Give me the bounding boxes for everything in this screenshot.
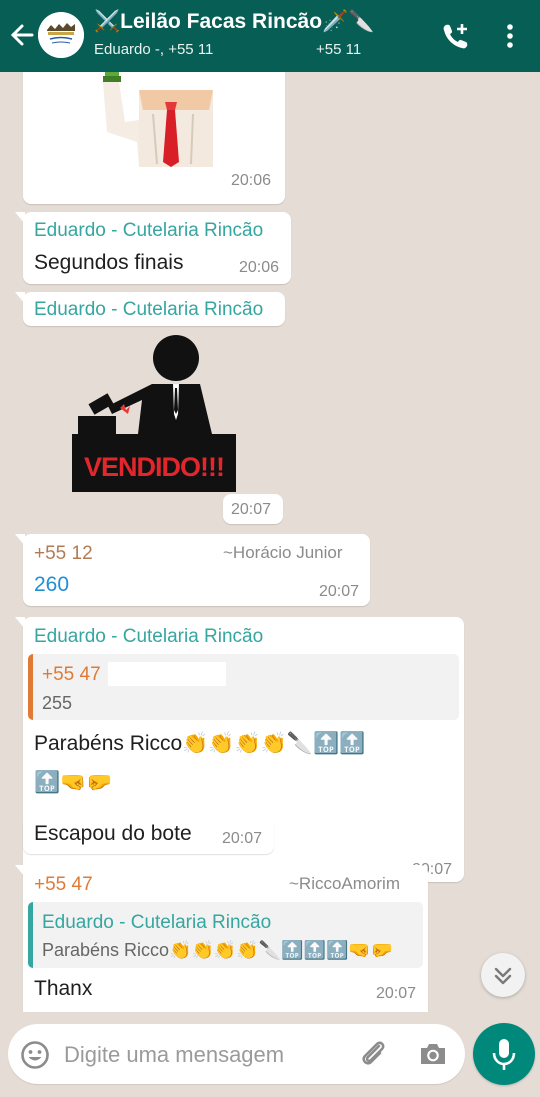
vendido-sticker[interactable]: VENDIDO!!! — [72, 334, 236, 494]
bubble-tail — [15, 212, 25, 224]
chat-title[interactable]: ⚔️Leilão Facas Rincão🗡️🔪 — [94, 10, 374, 34]
message-time: 20:07 — [319, 583, 360, 600]
message-bubble[interactable]: Escapou do bote 20:07 — [23, 816, 274, 854]
message-text: Thanx — [34, 977, 93, 1000]
quote-sender: Eduardo - Cutelaria Rincão — [42, 912, 272, 933]
message-time: 20:07 — [222, 830, 263, 847]
message-time: 20:06 — [239, 259, 280, 276]
message-time: 20:07 — [231, 501, 272, 518]
message-sender[interactable]: Eduardo - Cutelaria Rincão — [34, 299, 263, 321]
message-text: Parabéns Ricco👏👏👏👏🔪🔝🔝 — [34, 732, 366, 755]
quote-text: Parabéns Ricco👏👏👏👏🔪🔝🔝🔝🤜🤛 — [42, 940, 394, 960]
message-sticker-bubble[interactable]: 20:06 — [23, 72, 285, 204]
message-sender[interactable]: Eduardo - Cutelaria Rincão — [34, 220, 263, 242]
attach-icon[interactable] — [358, 1038, 390, 1070]
bubble-tail — [15, 534, 25, 546]
message-time: 20:06 — [231, 172, 272, 189]
more-options-icon[interactable] — [502, 22, 518, 50]
message-text: Escapou do bote — [34, 822, 192, 845]
message-sender[interactable]: +55 47 — [34, 874, 93, 896]
message-sender[interactable]: +55 12 — [34, 543, 93, 565]
message-sender[interactable]: Eduardo - Cutelaria Rincão — [34, 626, 263, 648]
message-input-bar[interactable]: Digite uma mensagem — [8, 1024, 465, 1084]
quote-text: 255 — [42, 693, 73, 713]
chat-participants-more[interactable]: +55 11 — [316, 41, 361, 58]
group-avatar[interactable] — [38, 12, 84, 58]
message-input[interactable]: Digite uma mensagem — [64, 1042, 284, 1068]
bubble-tail — [15, 617, 25, 629]
chat-header: ⚔️Leilão Facas Rincão🗡️🔪 Eduardo -, +55 … — [0, 0, 540, 72]
auction-man-sticker — [103, 72, 213, 167]
quote-redaction — [108, 662, 226, 686]
message-pushname: ~RiccoAmorim — [289, 874, 400, 893]
chat-participants[interactable]: Eduardo -, +55 11 — [94, 41, 213, 58]
message-time: 20:07 — [376, 985, 417, 1002]
sticker-label: VENDIDO!!! — [84, 452, 225, 482]
message-bubble[interactable]: Eduardo - Cutelaria Rincão Segundos fina… — [15, 212, 291, 284]
message-pushname: ~Horácio Junior — [223, 543, 343, 562]
quoted-message[interactable]: Eduardo - Cutelaria Rincão Parabéns Ricc… — [28, 902, 423, 968]
quote-bar — [28, 654, 33, 720]
add-call-icon[interactable] — [440, 20, 472, 52]
scroll-down-button[interactable] — [481, 953, 525, 997]
sticker-time-bubble: 20:07 — [223, 494, 283, 524]
message-text: 260 — [34, 573, 70, 596]
camera-icon[interactable] — [418, 1040, 448, 1068]
back-arrow-icon[interactable] — [8, 20, 36, 50]
emoji-icon[interactable] — [20, 1040, 50, 1070]
message-sender-bubble[interactable]: Eduardo - Cutelaria Rincão — [15, 292, 285, 326]
mic-icon — [492, 1039, 516, 1070]
message-bubble[interactable]: +55 12 ~Horácio Junior 260 20:07 — [15, 534, 370, 606]
quoted-message[interactable]: +55 47 255 — [28, 654, 459, 720]
message-text-line2: 🔝🤜🤛 — [34, 771, 113, 794]
message-text: Segundos finais — [34, 251, 184, 274]
quote-bar — [28, 902, 33, 968]
mic-button[interactable] — [473, 1023, 535, 1085]
bubble-tail — [15, 865, 25, 877]
scroll-down-icon — [494, 967, 512, 985]
chat-area[interactable]: 20:06 Eduardo - Cutelaria Rincão Segundo… — [0, 72, 540, 1012]
bubble-tail — [15, 292, 25, 304]
quote-sender: +55 47 — [42, 664, 101, 685]
message-bubble[interactable]: +55 47 ~RiccoAmorim Eduardo - Cutelaria … — [15, 865, 428, 1012]
